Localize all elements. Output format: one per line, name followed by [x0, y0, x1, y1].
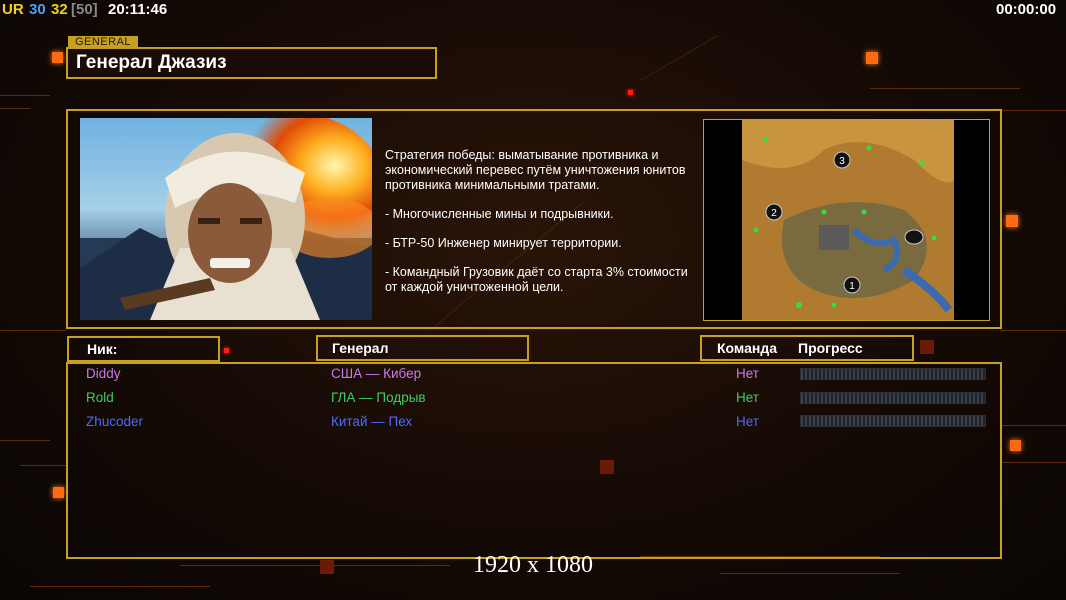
- game-timer: 00:00:00: [996, 1, 1057, 18]
- player-nick: Diddy: [86, 366, 121, 381]
- player-team: Нет: [736, 414, 759, 429]
- player-nick: Rold: [86, 390, 114, 405]
- fps-cap: [50]: [71, 1, 98, 18]
- clock: 20:11:46: [108, 1, 168, 18]
- deco-square: [224, 348, 229, 353]
- deco-line: [1000, 330, 1066, 331]
- deco-line: [1000, 462, 1066, 463]
- deco-square: [866, 52, 878, 64]
- description-mines: - Многочисленные мины и подрывники.: [385, 207, 614, 221]
- player-general: Китай — Пех: [331, 414, 413, 429]
- player-nick: Zhucoder: [86, 414, 144, 429]
- start-position-1: 1: [849, 281, 855, 292]
- ur-label: UR: [2, 1, 24, 18]
- deco-square: [52, 52, 63, 63]
- player-progress-bar: [800, 368, 986, 380]
- header-general: Генерал: [316, 335, 529, 361]
- deco-line: [1000, 110, 1066, 111]
- start-position-2: 2: [771, 208, 777, 219]
- general-description: Стратегия победы: выматывание противника…: [385, 148, 700, 295]
- deco-line: [30, 586, 210, 587]
- deco-square: [1006, 215, 1018, 227]
- fps-target: 32: [51, 1, 68, 18]
- header-progress: Прогресс: [798, 340, 863, 356]
- deco-square: [628, 90, 633, 95]
- top-status-bar: UR 30 32 [50] 20:11:46 00:00:00: [0, 0, 1066, 20]
- header-nick: Ник:: [67, 336, 220, 362]
- deco-line: [20, 465, 66, 466]
- player-team: Нет: [736, 366, 759, 381]
- description-btr: - БТР-50 Инженер минирует территории.: [385, 236, 622, 250]
- deco-line: [0, 95, 50, 96]
- deco-square: [1010, 440, 1021, 451]
- deco-square: [920, 340, 934, 354]
- header-team-progress: Команда Прогресс: [700, 335, 914, 361]
- description-truck: - Командный Грузовик даёт со старта 3% с…: [385, 265, 688, 294]
- deco-line: [0, 108, 30, 109]
- deco-line: [1000, 425, 1066, 426]
- resolution-watermark: 1920 x 1080: [473, 552, 593, 578]
- general-title: Генерал Джазиз: [66, 47, 437, 79]
- start-position-3: 3: [839, 156, 845, 167]
- deco-line: [0, 440, 50, 441]
- deco-square: [53, 487, 64, 498]
- player-team: Нет: [736, 390, 759, 405]
- player-general: ГЛА — Подрыв: [331, 390, 426, 405]
- deco-line: [0, 330, 66, 331]
- player-progress-bar: [800, 415, 986, 427]
- fps-value: 30: [29, 1, 46, 18]
- header-team: Команда: [717, 340, 777, 356]
- deco-line: [870, 88, 1020, 89]
- description-strategy: Стратегия победы: выматывание противника…: [385, 148, 686, 192]
- general-portrait: [80, 118, 372, 320]
- minimap: 3 2 1: [703, 119, 990, 321]
- player-progress-bar: [800, 392, 986, 404]
- player-general: США — Кибер: [331, 366, 422, 381]
